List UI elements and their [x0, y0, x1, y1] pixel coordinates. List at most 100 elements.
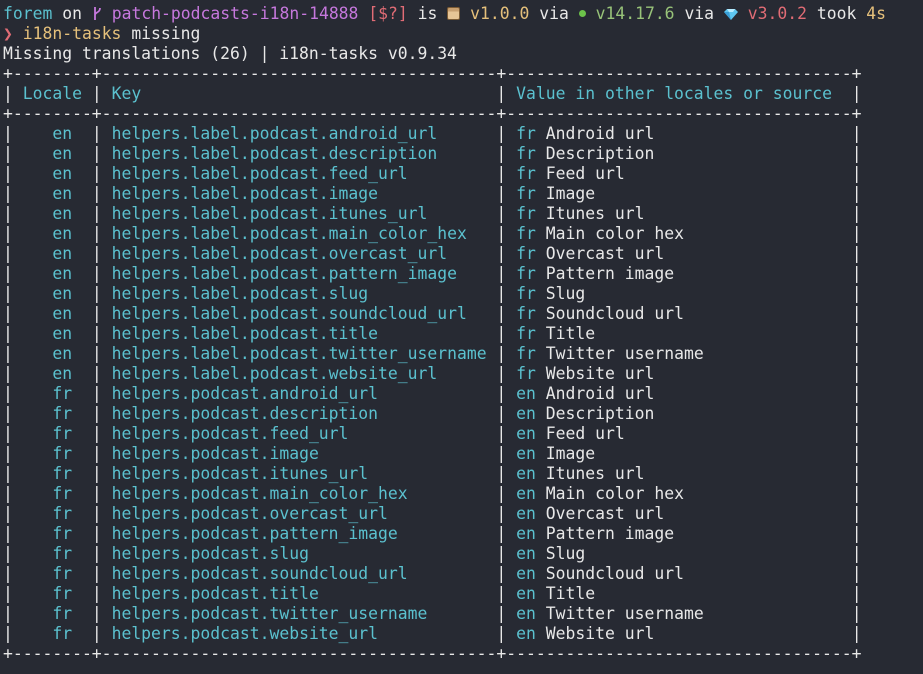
table-separator: |	[841, 624, 862, 643]
table-row: | en | helpers.label.podcast.android_url…	[3, 124, 923, 144]
table-row: | fr | helpers.podcast.main_color_hex | …	[3, 484, 923, 504]
table-separator: |	[91, 264, 112, 283]
row-source-locale: fr	[516, 264, 536, 283]
row-source-locale: en	[516, 404, 536, 423]
table-border-bottom: +--------+------------------------------…	[3, 644, 923, 664]
table-separator: |	[3, 584, 53, 603]
row-key: helpers.podcast.overcast_url	[111, 504, 487, 523]
row-value: Soundcloud url	[545, 564, 842, 583]
table-separator: |	[486, 124, 517, 143]
row-gap	[536, 404, 546, 423]
table-separator: |	[841, 544, 862, 563]
table-separator: |	[3, 384, 53, 403]
row-locale: fr	[52, 584, 92, 603]
table-separator: |	[3, 324, 53, 343]
table-border: +--------+------------------------------…	[3, 104, 862, 123]
table-separator: |	[841, 384, 862, 403]
row-locale: fr	[52, 404, 92, 423]
table-separator: |	[91, 524, 112, 543]
table-separator: |	[486, 364, 517, 383]
table-separator: |	[841, 164, 862, 183]
row-value: Slug	[545, 544, 842, 563]
column-header-key: Key	[111, 84, 487, 103]
table-separator: |	[486, 464, 517, 483]
table-separator: |	[486, 604, 517, 623]
row-gap	[536, 584, 546, 603]
row-locale: en	[52, 324, 92, 343]
row-gap	[536, 444, 546, 463]
prompt-directory: forem	[3, 4, 53, 23]
terminal-window[interactable]: forem on patch-podcasts-i18n-14888 [$?] …	[0, 0, 923, 664]
row-value: Pattern image	[545, 524, 842, 543]
table-separator: |	[841, 304, 862, 323]
row-locale: en	[52, 224, 92, 243]
row-locale: fr	[52, 384, 92, 403]
row-value: Description	[545, 144, 842, 163]
table-separator: |	[841, 264, 862, 283]
column-header-value: Value in other locales or source	[516, 84, 842, 103]
row-value: Image	[545, 184, 842, 203]
table-separator: |	[841, 144, 862, 163]
table-row: | fr | helpers.podcast.itunes_url | en I…	[3, 464, 923, 484]
table-separator: |	[3, 224, 53, 243]
table-separator: |	[91, 604, 112, 623]
row-value: Itunes url	[545, 464, 842, 483]
row-key: helpers.podcast.feed_url	[111, 424, 487, 443]
row-locale: fr	[52, 444, 92, 463]
table-separator: |	[91, 464, 112, 483]
command-line[interactable]: ❯ i18n-tasks missing	[3, 24, 923, 44]
table-separator: |	[841, 324, 862, 343]
row-source-locale: fr	[516, 364, 536, 383]
table-separator: |	[841, 224, 862, 243]
row-locale: fr	[52, 564, 92, 583]
row-key: helpers.label.podcast.image	[111, 184, 487, 203]
table-separator: |	[486, 144, 517, 163]
table-separator: |	[91, 404, 112, 423]
row-gap	[536, 324, 546, 343]
table-separator: |	[841, 564, 862, 583]
row-key: helpers.label.podcast.website_url	[111, 364, 487, 383]
table-row: | fr | helpers.podcast.twitter_username …	[3, 604, 923, 624]
table-separator: |	[3, 144, 53, 163]
table-row: | fr | helpers.podcast.image | en Image …	[3, 444, 923, 464]
table-separator: |	[91, 364, 112, 383]
table-separator: |	[486, 224, 517, 243]
row-source-locale: fr	[516, 164, 536, 183]
table-separator: |	[91, 184, 112, 203]
table-row: | en | helpers.label.podcast.title | fr …	[3, 324, 923, 344]
row-value: Pattern image	[545, 264, 842, 283]
table-separator: |	[486, 344, 517, 363]
missing-translations-table: +--------+------------------------------…	[3, 64, 923, 664]
row-locale: en	[52, 364, 92, 383]
row-key: helpers.label.podcast.slug	[111, 284, 487, 303]
row-locale: fr	[52, 604, 92, 623]
table-separator: |	[3, 124, 53, 143]
table-separator: |	[91, 344, 112, 363]
row-value: Twitter username	[545, 604, 842, 623]
table-separator: |	[91, 564, 112, 583]
table-separator: |	[841, 484, 862, 503]
row-value: Title	[545, 324, 842, 343]
row-locale: fr	[52, 464, 92, 483]
row-value: Android url	[545, 124, 842, 143]
table-separator: |	[841, 524, 862, 543]
table-separator: |	[841, 504, 862, 523]
table-row: | en | helpers.label.podcast.overcast_ur…	[3, 244, 923, 264]
table-row: | en | helpers.label.podcast.slug | fr S…	[3, 284, 923, 304]
table-separator: |	[91, 504, 112, 523]
prompt-git-status: [$?]	[368, 4, 408, 23]
table-separator: |	[486, 244, 517, 263]
table-row: | en | helpers.label.podcast.twitter_use…	[3, 344, 923, 364]
table-separator: |	[91, 304, 112, 323]
row-locale: en	[52, 244, 92, 263]
row-source-locale: fr	[516, 204, 536, 223]
prompt-took: took	[816, 4, 857, 23]
row-value: Description	[545, 404, 842, 423]
table-separator: |	[841, 244, 862, 263]
table-row: | en | helpers.label.podcast.itunes_url …	[3, 204, 923, 224]
row-value: Website url	[545, 624, 842, 643]
table-separator: |	[486, 564, 517, 583]
row-source-locale: en	[516, 524, 536, 543]
row-gap	[536, 204, 546, 223]
table-separator: |	[841, 444, 862, 463]
